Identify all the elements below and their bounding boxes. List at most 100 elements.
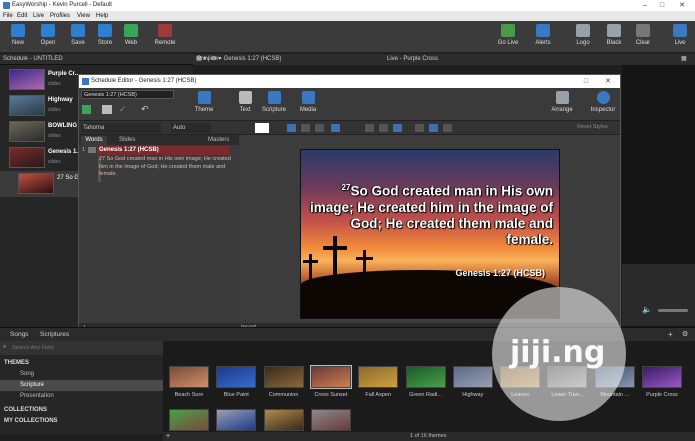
schedule-item-sub: slides bbox=[48, 133, 61, 139]
editor-tool-text[interactable]: Text bbox=[230, 91, 260, 113]
editor-tool-theme[interactable]: Theme bbox=[189, 91, 219, 113]
volume-slider[interactable] bbox=[658, 309, 688, 312]
document-name-field[interactable]: Genesis 1:27 (HCSB) bbox=[81, 90, 174, 99]
inspector-icon bbox=[596, 91, 610, 104]
theme-thumbnail[interactable] bbox=[216, 366, 257, 388]
font-size-select[interactable]: Auto bbox=[171, 123, 211, 133]
toolbar-label: Live bbox=[674, 40, 686, 46]
theme-thumbnail[interactable] bbox=[309, 365, 352, 389]
open-button[interactable]: Open bbox=[33, 24, 63, 52]
theme-thumbnail[interactable] bbox=[263, 366, 304, 388]
schedule-thumbnail bbox=[9, 121, 45, 142]
align-left-button[interactable] bbox=[365, 124, 374, 132]
tab-masters[interactable]: Masters bbox=[208, 136, 229, 145]
menu-bar: File Edit Live Profiles View Help bbox=[0, 11, 695, 21]
tree-section[interactable]: MY COLLECTIONS bbox=[0, 416, 163, 427]
menu-profiles[interactable]: Profiles bbox=[50, 11, 70, 21]
slide-body-text[interactable]: 27 So God created man in His own image; … bbox=[99, 156, 231, 179]
underline-button[interactable] bbox=[315, 124, 324, 132]
tab-scriptures[interactable]: Scriptures bbox=[40, 331, 69, 338]
arrange-icon bbox=[555, 91, 569, 104]
schedule-item-name: Genesis 1... bbox=[48, 149, 82, 155]
print-icon[interactable] bbox=[102, 105, 112, 114]
clear-button[interactable]: Clear bbox=[628, 24, 658, 52]
editor-tool-arrange[interactable]: Arrange bbox=[546, 91, 578, 113]
new-icon bbox=[11, 24, 25, 37]
align-right-button[interactable] bbox=[393, 124, 402, 132]
theme-thumbnail[interactable] bbox=[358, 366, 399, 388]
volume-icon[interactable]: 🔈 bbox=[642, 305, 652, 314]
theme-thumbnail[interactable] bbox=[263, 409, 304, 431]
theme-label: Fall Aspen bbox=[365, 392, 392, 398]
live-grid-icon[interactable]: ▦ bbox=[681, 54, 687, 65]
logo-button[interactable]: Logo bbox=[568, 24, 598, 52]
cross-silhouette bbox=[309, 254, 312, 282]
new-button[interactable]: New bbox=[3, 24, 33, 52]
valign-top-button[interactable] bbox=[415, 124, 424, 132]
tree-section[interactable]: COLLECTIONS bbox=[0, 405, 163, 416]
tab-words[interactable]: Words bbox=[81, 136, 107, 145]
theme-thumbnail[interactable] bbox=[169, 366, 209, 388]
menu-help[interactable]: Help bbox=[96, 11, 108, 21]
web-button[interactable]: Web bbox=[116, 24, 146, 52]
shadow-button[interactable] bbox=[331, 124, 340, 132]
italic-button[interactable] bbox=[301, 124, 310, 132]
menu-file[interactable]: File bbox=[3, 11, 13, 21]
menu-view[interactable]: View bbox=[77, 11, 90, 21]
theme-thumbnail[interactable] bbox=[452, 366, 493, 388]
slide-preview[interactable]: 27So God created man in His own image; H… bbox=[300, 149, 560, 319]
tab-slides[interactable]: Slides bbox=[119, 136, 135, 145]
font-select[interactable]: Tahoma bbox=[81, 123, 161, 133]
close-icon[interactable]: ✕ bbox=[672, 0, 692, 11]
menu-edit[interactable]: Edit bbox=[17, 11, 27, 21]
tree-item[interactable]: Presentation bbox=[0, 391, 163, 402]
theme-thumbnail[interactable] bbox=[642, 366, 682, 388]
tree-section[interactable]: THEMES bbox=[0, 358, 163, 369]
new-slide-icon[interactable] bbox=[82, 105, 91, 114]
spellcheck-icon[interactable]: ✓ bbox=[119, 105, 129, 114]
theme-thumbnail[interactable] bbox=[169, 409, 209, 431]
theme-thumbnail[interactable] bbox=[310, 409, 351, 431]
theme-icon bbox=[197, 91, 211, 104]
save-button[interactable]: Save bbox=[63, 24, 93, 52]
themes-footer: + 1 of 16 themes bbox=[163, 432, 695, 441]
dialog-maximize-icon[interactable]: □ bbox=[577, 75, 595, 88]
text-icon bbox=[238, 91, 252, 104]
toolbar-label: Save bbox=[71, 40, 85, 46]
go-live-button[interactable]: Go Live bbox=[493, 24, 523, 52]
menu-live[interactable]: Live bbox=[33, 11, 44, 21]
toolbar-label: Go Live bbox=[497, 40, 519, 46]
schedule-thumbnail bbox=[9, 147, 45, 168]
add-theme-icon[interactable]: + bbox=[166, 432, 170, 441]
maximize-icon[interactable]: □ bbox=[652, 0, 672, 11]
toolbar-label: Web bbox=[124, 40, 138, 46]
media-icon bbox=[301, 91, 315, 104]
remote-button[interactable]: Remote bbox=[150, 24, 180, 52]
reset-styles-button[interactable]: Reset Styles bbox=[577, 124, 608, 130]
store-icon bbox=[98, 24, 112, 37]
settings-gear-icon[interactable]: ⚙ bbox=[682, 330, 688, 338]
tab-songs[interactable]: Songs bbox=[10, 331, 28, 338]
bold-button[interactable] bbox=[287, 124, 296, 132]
text-color-swatch[interactable] bbox=[255, 123, 269, 133]
live-button[interactable]: Live bbox=[665, 24, 695, 52]
valign-bottom-button[interactable] bbox=[443, 124, 452, 132]
dialog-close-icon[interactable]: ✕ bbox=[599, 75, 617, 88]
schedule-header: Schedule - UNTITLED bbox=[0, 54, 193, 65]
editor-tool-media[interactable]: Media bbox=[293, 91, 323, 113]
align-center-button[interactable] bbox=[379, 124, 388, 132]
tree-item[interactable]: Song bbox=[0, 369, 163, 380]
editor-tool-scripture[interactable]: Scripture bbox=[259, 91, 289, 113]
editor-tool-inspector[interactable]: Inspector bbox=[587, 91, 619, 113]
editor-toolbar: Genesis 1:27 (HCSB) ✓ ↶ Theme Text Scriptu… bbox=[79, 88, 620, 121]
valign-middle-button[interactable] bbox=[429, 124, 438, 132]
undo-icon[interactable]: ↶ bbox=[141, 104, 149, 115]
theme-thumbnail[interactable] bbox=[405, 366, 446, 388]
black-button[interactable]: Black bbox=[599, 24, 629, 52]
slide-number: 1 bbox=[82, 147, 86, 153]
add-media-icon[interactable]: + bbox=[668, 330, 673, 339]
alerts-button[interactable]: Alerts bbox=[528, 24, 558, 52]
theme-thumbnail[interactable] bbox=[216, 409, 257, 431]
search-input[interactable] bbox=[12, 343, 157, 353]
tree-item[interactable]: Scripture bbox=[0, 380, 163, 391]
